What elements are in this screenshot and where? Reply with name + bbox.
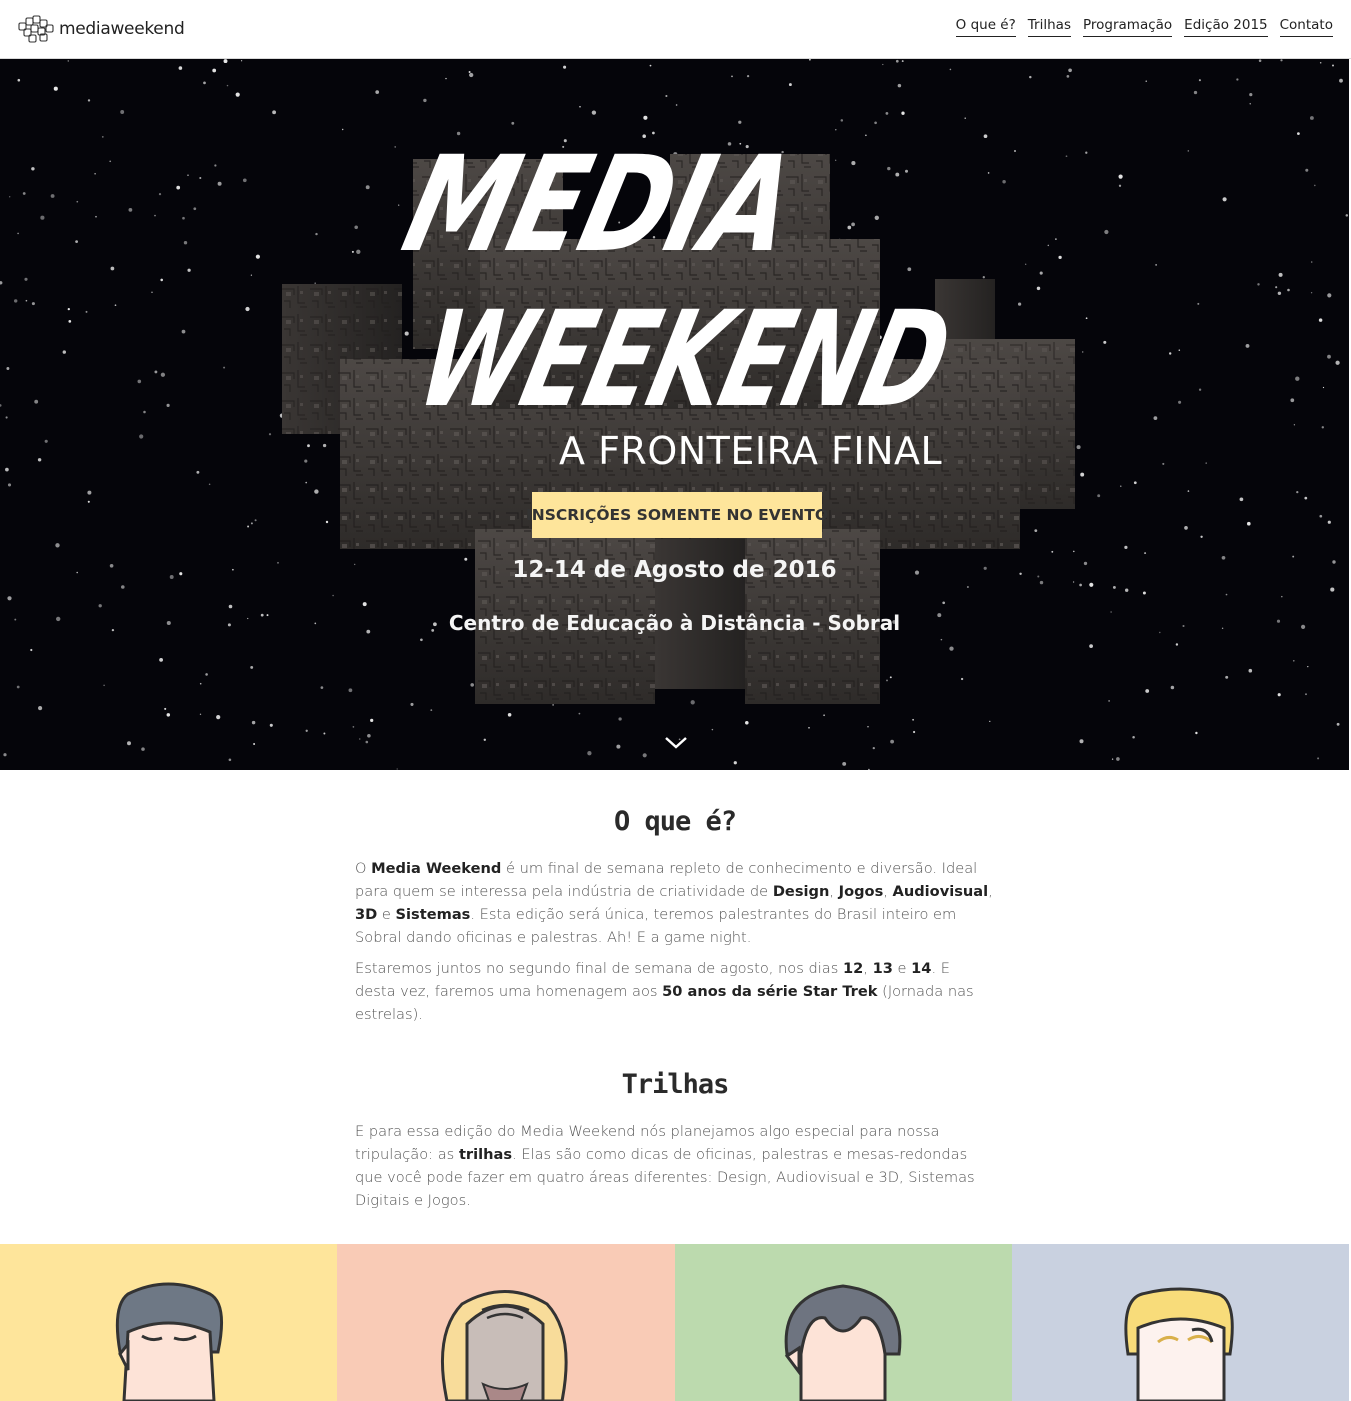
logo-mark-icon bbox=[18, 15, 54, 43]
event-dates: 12-14 de Agosto de 2016 bbox=[512, 557, 837, 583]
about-paragraph-1: O Media Weekend é um final de semana rep… bbox=[355, 860, 993, 946]
track-panel-design[interactable] bbox=[0, 1244, 338, 1401]
logo-text: mediaweekend bbox=[59, 19, 185, 39]
about-section: O que é? O Media Weekend é um final de s… bbox=[355, 806, 995, 1026]
vulcan-face-icon bbox=[784, 1284, 901, 1401]
chevron-down-icon[interactable] bbox=[664, 735, 688, 751]
nav-link-contato[interactable]: Contato bbox=[1279, 17, 1333, 37]
event-location: Centro de Educação à Distância - Sobral bbox=[448, 611, 901, 635]
track-panel-audiovisual[interactable] bbox=[337, 1244, 675, 1401]
about-title: O que é? bbox=[613, 806, 737, 837]
spock-face-icon bbox=[115, 1282, 224, 1401]
hero-subtitle: A FRONTEIRA FINAL bbox=[559, 429, 943, 473]
about-paragraph-2: Estaremos juntos no segundo final de sem… bbox=[355, 960, 974, 1023]
hero-title: MEDIA WEEKEND bbox=[391, 128, 964, 437]
trilhas-title: Trilhas bbox=[621, 1069, 730, 1100]
nav-link-o-que-e[interactable]: O que é? bbox=[955, 17, 1016, 37]
trilhas-section: Trilhas E para essa edição do Media Week… bbox=[355, 1069, 995, 1212]
tracks-panels bbox=[0, 1244, 1349, 1401]
hero-banner: MEDIA WEEKEND A FRONTEIRA FINAL INSCRIÇÕ… bbox=[0, 59, 1349, 770]
title-line-media: MEDIA bbox=[391, 128, 809, 282]
main-nav: O que é? Trilhas Programação Edição 2015… bbox=[955, 17, 1333, 37]
nav-link-programacao[interactable]: Programação bbox=[1082, 17, 1173, 37]
track-panel-jogos[interactable] bbox=[1011, 1244, 1349, 1401]
data-face-icon bbox=[1124, 1287, 1234, 1401]
track-panel-sistemas[interactable] bbox=[674, 1244, 1012, 1401]
nav-link-edicao-2015[interactable]: Edição 2015 bbox=[1184, 17, 1268, 37]
klingon-face-icon bbox=[441, 1290, 568, 1401]
nav-link-trilhas[interactable]: Trilhas bbox=[1027, 17, 1071, 37]
site-header: mediaweekend O que é? Trilhas Programaçã… bbox=[0, 0, 1351, 59]
trilhas-paragraph: E para essa edição do Media Weekend nós … bbox=[355, 1123, 975, 1209]
title-line-weekend: WEEKEND bbox=[405, 283, 963, 437]
registration-badge[interactable]: INSCRIÇÕES SOMENTE NO EVENTO bbox=[526, 492, 828, 538]
logo[interactable]: mediaweekend bbox=[16, 14, 185, 44]
